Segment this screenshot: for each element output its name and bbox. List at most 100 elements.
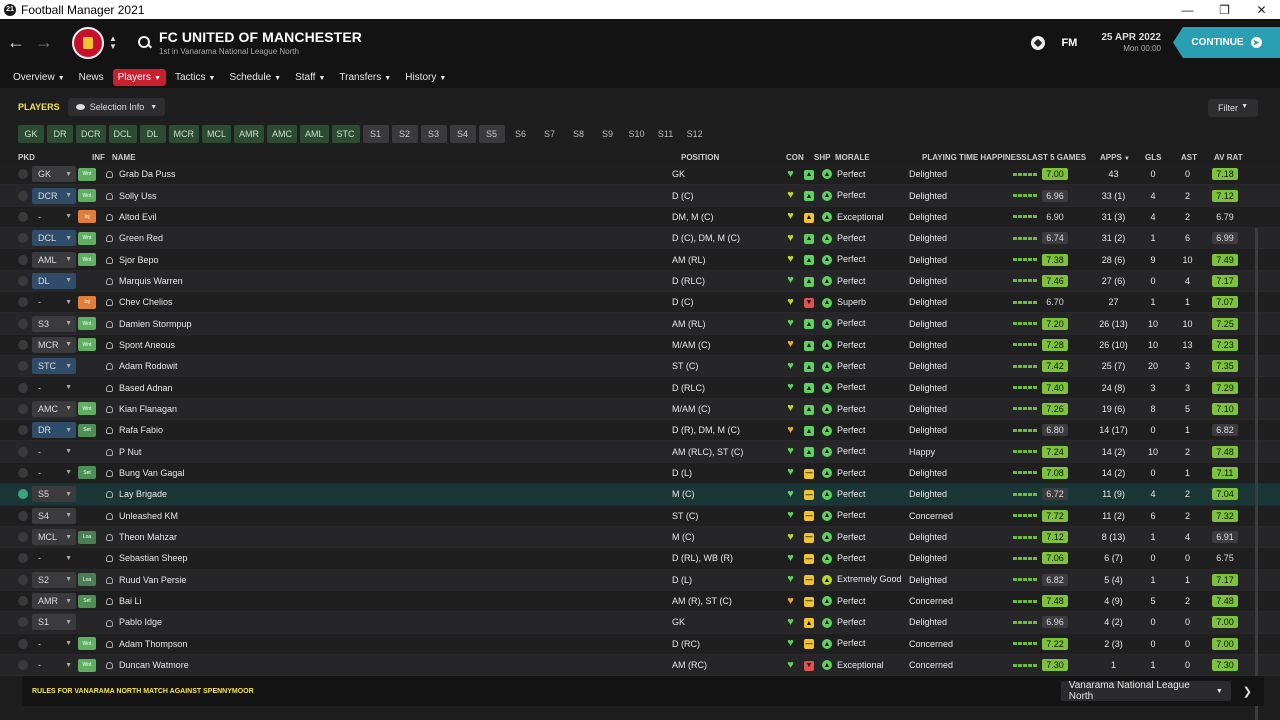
filter-amr[interactable]: AMR — [234, 125, 265, 143]
col-shp[interactable]: SHP — [814, 153, 835, 162]
player-name-cell[interactable]: Solly Uss — [102, 191, 672, 201]
player-name[interactable]: Grab Da Puss — [119, 169, 176, 179]
filter-amc[interactable]: AMC — [267, 125, 298, 143]
player-name-cell[interactable]: Damien Stormpup — [102, 319, 672, 329]
player-name[interactable]: Ruud Van Persie — [119, 575, 186, 585]
table-row[interactable]: AMR ▼ Set Bai Li AM (R), ST (C) ♥ — ▲ Perfect Con… — [0, 590, 1280, 613]
league-select[interactable]: Vanarama National League North ▼ — [1060, 680, 1231, 702]
player-name-cell[interactable]: Sjor Bepo — [102, 255, 672, 265]
table-row[interactable]: S5 ▼ Lay Brigade M (C) ♥ — ▲ Perfect Delighted 6.… — [0, 484, 1280, 506]
player-name-cell[interactable]: Bai Li — [102, 596, 672, 606]
filter-s7[interactable]: S7 — [537, 125, 563, 143]
player-name[interactable]: Sebastian Sheep — [119, 553, 188, 563]
inf-badge[interactable]: Wnt — [78, 338, 96, 352]
pkd-position-select[interactable]: - ▼ — [32, 657, 76, 673]
player-name[interactable]: Pablo Idge — [119, 617, 162, 627]
table-row[interactable]: DCR ▼ Wnt Solly Uss D (C) ♥ ▲ ▲ Perfect Delighted… — [0, 185, 1280, 207]
menu-players[interactable]: Players ▼ — [112, 68, 166, 86]
table-row[interactable]: S2 ▼ Loa Ruud Van Persie D (L) ♥ — ▲ Extremely G… — [0, 569, 1280, 591]
filter-s2[interactable]: S2 — [391, 125, 418, 143]
table-row[interactable]: - ▼ Wnt Duncan Watmore AM (RC) ♥ ▼ ▲ Exceptional… — [0, 654, 1280, 677]
menu-staff[interactable]: Staff ▼ — [290, 69, 330, 86]
filter-s3[interactable]: S3 — [420, 125, 447, 143]
pkd-position-select[interactable]: - ▼ — [32, 209, 76, 225]
table-row[interactable]: S3 ▼ Wnt Damien Stormpup AM (RL) ♥ ▲ ▲ Perfect De… — [0, 313, 1280, 335]
table-row[interactable]: MCR ▼ Wnt Spont Aneous M/AM (C) ♥ ▲ ▲ Perfect Del… — [0, 334, 1280, 357]
filter-s1[interactable]: S1 — [362, 125, 389, 143]
pkd-position-select[interactable]: AMC ▼ — [32, 400, 76, 417]
filter-s4[interactable]: S4 — [449, 125, 476, 143]
filter-s8[interactable]: S8 — [566, 125, 592, 143]
col-apps[interactable]: APPS ▼ — [1100, 153, 1145, 162]
pkd-position-select[interactable]: DCR ▼ — [32, 187, 76, 204]
col-con[interactable]: CON — [786, 153, 814, 162]
fm-logo[interactable]: FM — [1061, 37, 1077, 49]
menu-tactics[interactable]: Tactics ▼ — [170, 69, 221, 86]
table-row[interactable]: S1 ▼ Pablo Idge GK ♥ ▲ ▲ Perfect Delighted 6.96 4 … — [0, 612, 1280, 634]
menu-transfers[interactable]: Transfers ▼ — [334, 69, 396, 86]
player-name-cell[interactable]: Chev Chelios — [102, 297, 672, 307]
player-name[interactable]: Spont Aneous — [119, 340, 175, 350]
filter-mcr[interactable]: MCR — [168, 125, 200, 143]
col-avrat[interactable]: AV RAT — [1214, 153, 1254, 162]
player-name-cell[interactable]: Kian Flanagan — [102, 404, 672, 414]
col-last5[interactable]: LAST 5 GAMES — [1027, 153, 1100, 162]
inf-badge[interactable]: Inj — [78, 295, 96, 309]
inf-badge[interactable]: Wnt — [78, 231, 96, 245]
club-crest-icon[interactable] — [72, 26, 104, 59]
filter-s10[interactable]: S10 — [624, 125, 650, 143]
player-name[interactable]: P Nut — [119, 447, 141, 457]
player-name-cell[interactable]: Spont Aneous — [102, 340, 672, 350]
table-row[interactable]: - ▼ Set Bung Van Gagal D (L) ♥ — ▲ Perfect Deligh… — [0, 462, 1280, 485]
pkd-position-select[interactable]: - ▼ — [32, 444, 76, 460]
player-name-cell[interactable]: Bung Van Gagal — [102, 468, 672, 478]
filter-mcl[interactable]: MCL — [202, 125, 232, 143]
scrollbar[interactable] — [1255, 228, 1258, 720]
chevron-right-icon[interactable]: ❯ — [1243, 685, 1252, 698]
player-name-cell[interactable]: Adam Rodowit — [102, 361, 672, 371]
player-name-cell[interactable]: Marquis Warren — [102, 276, 672, 286]
player-name[interactable]: Adam Thompson — [119, 639, 187, 649]
player-name[interactable]: Solly Uss — [119, 191, 157, 201]
filter-dr[interactable]: DR — [47, 125, 73, 143]
player-name-cell[interactable]: Based Adnan — [102, 383, 672, 393]
player-name-cell[interactable]: Theon Mahzar — [102, 532, 672, 542]
pkd-position-select[interactable]: - ▼ — [32, 465, 76, 481]
filter-s12[interactable]: S12 — [682, 125, 708, 143]
col-gls[interactable]: GLS — [1145, 153, 1181, 162]
pkd-position-select[interactable]: S2 ▼ — [32, 571, 76, 588]
table-row[interactable]: AML ▼ Wnt Sjor Bepo AM (RL) ♥ ▲ ▲ Perfect Delight… — [0, 249, 1280, 271]
player-name[interactable]: Bung Van Gagal — [119, 468, 184, 478]
inf-badge[interactable]: Wnt — [78, 253, 96, 267]
back-arrow-icon[interactable]: ← — [2, 32, 30, 53]
search-icon[interactable] — [137, 35, 153, 51]
match-rules-title[interactable]: RULES FOR VANARAMA NORTH MATCH AGAINST S… — [22, 688, 1061, 695]
pkd-position-select[interactable]: - ▼ — [32, 636, 76, 652]
pkd-position-select[interactable]: S1 ▼ — [32, 614, 76, 631]
filter-dcr[interactable]: DCR — [76, 125, 106, 143]
player-name[interactable]: Bai Li — [119, 596, 142, 606]
player-name[interactable]: Marquis Warren — [119, 276, 183, 286]
col-morale[interactable]: MORALE — [835, 153, 922, 162]
player-name[interactable]: Based Adnan — [119, 383, 173, 393]
inf-badge[interactable]: Wnt — [78, 317, 96, 331]
club-switch-icon[interactable]: ▲ ▼ — [109, 34, 121, 51]
table-row[interactable]: DR ▼ Set Rafa Fabio D (R), DM, M (C) ♥ ▲ ▲ Perfe… — [0, 420, 1280, 442]
table-row[interactable]: - ▼ Inj Chev Chelios D (C) ♥ ▼ ▲ Superb Delighted… — [0, 292, 1280, 314]
player-name[interactable]: Adam Rodowit — [119, 361, 178, 371]
player-name[interactable]: Kian Flanagan — [119, 404, 177, 414]
player-name-cell[interactable]: Sebastian Sheep — [102, 553, 672, 563]
table-row[interactable]: - ▼ Based Adnan D (RLC) ♥ ▲ ▲ Perfect Delighted 7… — [0, 377, 1280, 399]
table-row[interactable]: - ▼ Inj Altod Evil DM, M (C) ♥ ▲ ▲ Exceptional De… — [0, 206, 1280, 229]
table-row[interactable]: S4 ▼ Unleashed KM ST (C) ♥ — ▲ Perfect Concerned… — [0, 505, 1280, 527]
pkd-position-select[interactable]: AML ▼ — [32, 251, 76, 268]
col-pkd[interactable]: PKD — [0, 153, 92, 162]
pkd-position-select[interactable]: S4 ▼ — [32, 507, 76, 524]
inf-badge[interactable]: Set — [78, 466, 96, 480]
filter-dcl[interactable]: DCL — [108, 125, 137, 143]
menu-history[interactable]: History ▼ — [400, 69, 451, 86]
inf-badge[interactable]: Wnt — [78, 189, 96, 203]
table-row[interactable]: STC ▼ Adam Rodowit ST (C) ♥ ▲ ▲ Perfect Delighte… — [0, 356, 1280, 378]
table-row[interactable]: DCL ▼ Wnt Green Red D (C), DM, M (C) ♥ ▲ ▲ Perfe… — [0, 228, 1280, 250]
player-name-cell[interactable]: Altod Evil — [102, 212, 672, 222]
